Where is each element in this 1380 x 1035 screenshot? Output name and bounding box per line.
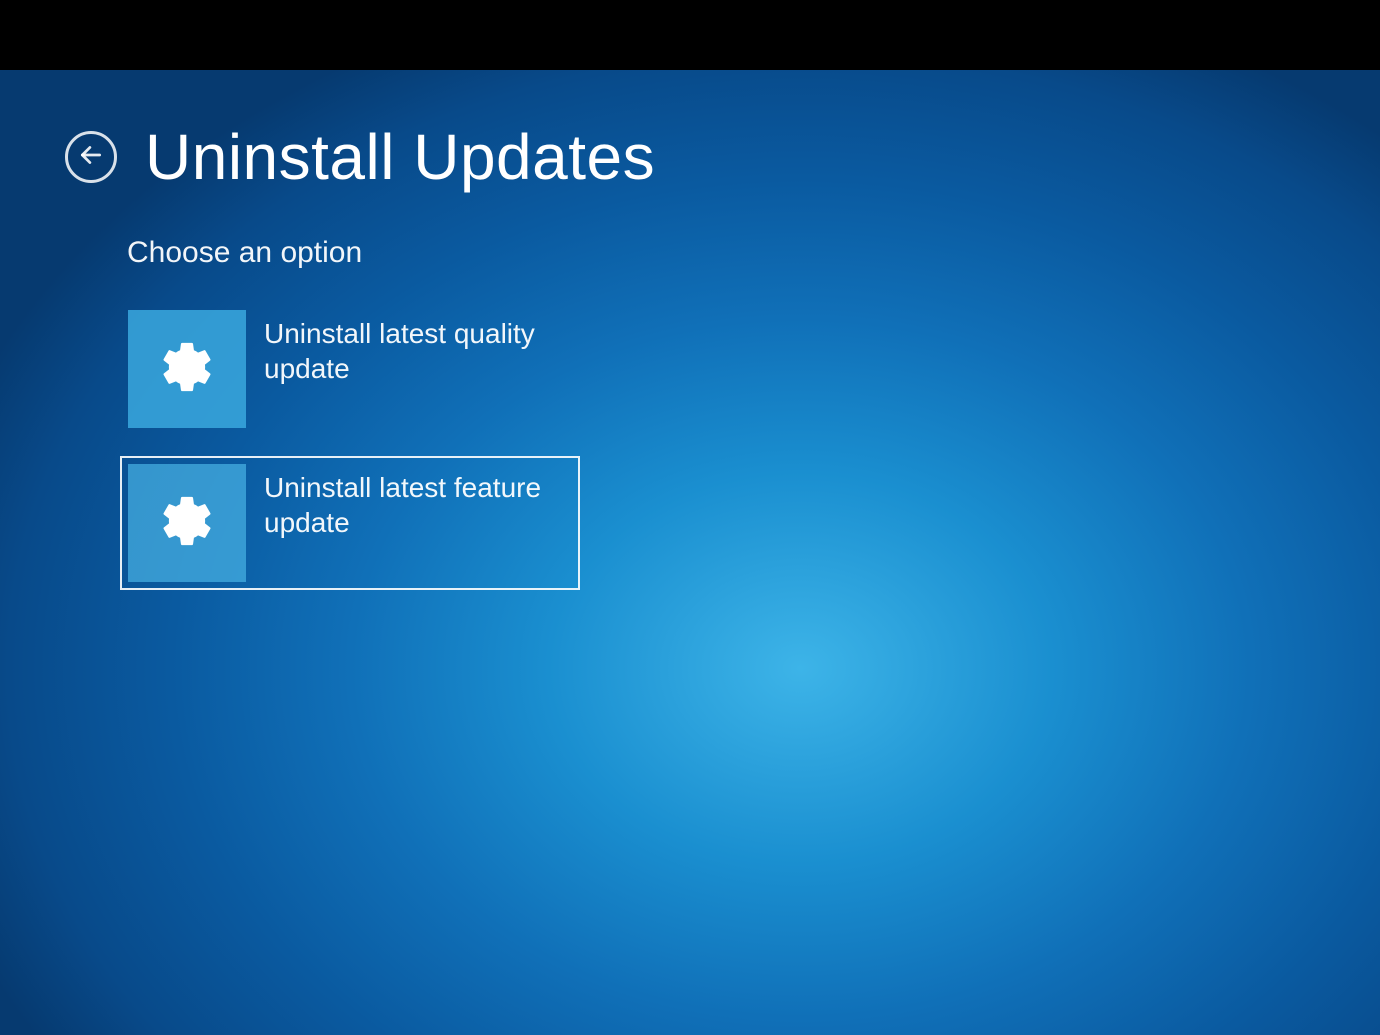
option-uninstall-quality-update[interactable]: Uninstall latest quality update <box>120 302 580 436</box>
option-label: Uninstall latest quality update <box>264 310 554 386</box>
gear-icon <box>158 492 216 555</box>
option-label: Uninstall latest feature update <box>264 464 554 540</box>
option-icon-tile <box>128 310 246 428</box>
options-list: Uninstall latest quality update Uninstal… <box>120 302 1380 590</box>
recovery-screen: Uninstall Updates Choose an option Unins… <box>0 70 1380 1035</box>
gear-icon <box>158 338 216 401</box>
back-arrow-icon <box>78 142 104 173</box>
back-button[interactable] <box>65 131 117 183</box>
header: Uninstall Updates <box>65 120 1380 194</box>
option-uninstall-feature-update[interactable]: Uninstall latest feature update <box>120 456 580 590</box>
page-title: Uninstall Updates <box>145 120 655 194</box>
option-icon-tile <box>128 464 246 582</box>
subtitle: Choose an option <box>127 236 1380 270</box>
